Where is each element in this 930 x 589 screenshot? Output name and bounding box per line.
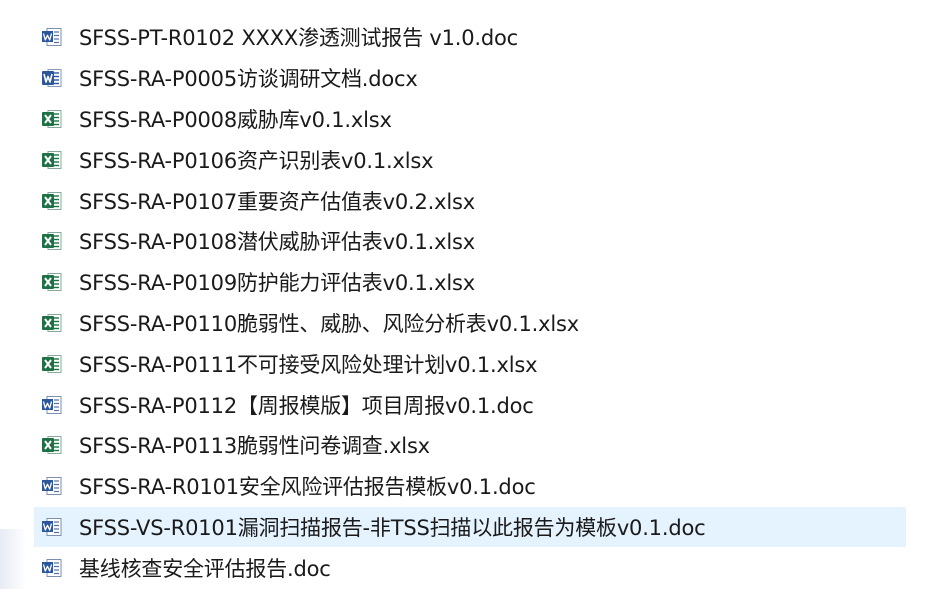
file-name: SFSS-RA-P0109防护能力评估表v0.1.xlsx: [79, 271, 475, 296]
file-name: SFSS-RA-P0008威胁库v0.1.xlsx: [79, 107, 392, 132]
file-name: SFSS-RA-P0111不可接受风险处理计划v0.1.xlsx: [79, 352, 538, 377]
word-doc-icon: [41, 517, 63, 537]
excel-icon: [41, 231, 63, 251]
word-doc-icon: [41, 558, 63, 578]
file-item[interactable]: SFSS-RA-P0111不可接受风险处理计划v0.1.xlsx: [34, 343, 906, 384]
excel-icon: [41, 191, 63, 211]
file-name: SFSS-RA-P0112【周报模版】项目周报v0.1.doc: [79, 393, 534, 418]
file-name: SFSS-RA-P0108潜伏威胁评估表v0.1.xlsx: [79, 230, 475, 255]
file-item[interactable]: SFSS-RA-P0107重要资产估值表v0.2.xlsx: [34, 180, 906, 221]
excel-icon: [41, 313, 63, 333]
file-item[interactable]: SFSS-PT-R0102 XXXX渗透测试报告 v1.0.doc: [34, 17, 906, 58]
excel-icon: [41, 354, 63, 374]
file-item[interactable]: SFSS-RA-P0005访谈调研文档.docx: [34, 58, 906, 99]
file-item[interactable]: SFSS-VS-R0101漏洞扫描报告-非TSS扫描以此报告为模板v0.1.do…: [34, 506, 906, 548]
file-name: SFSS-RA-P0113脆弱性问卷调查.xlsx: [79, 434, 430, 459]
file-name: SFSS-RA-P0107重要资产估值表v0.2.xlsx: [79, 189, 475, 214]
file-name: SFSS-PT-R0102 XXXX渗透测试报告 v1.0.doc: [79, 26, 518, 51]
file-name: SFSS-RA-P0110脆弱性、威胁、风险分析表v0.1.xlsx: [79, 311, 579, 336]
word-docx-icon: [41, 68, 63, 88]
file-list: SFSS-PT-R0102 XXXX渗透测试报告 v1.0.doc SFSS-RA…: [34, 17, 906, 588]
file-item[interactable]: SFSS-RA-P0113脆弱性问卷调查.xlsx: [34, 425, 906, 466]
file-item[interactable]: SFSS-RA-P0110脆弱性、威胁、风险分析表v0.1.xlsx: [34, 303, 906, 344]
word-doc-icon: [41, 395, 63, 415]
file-name: 基线核查安全评估报告.doc: [79, 556, 331, 581]
file-item[interactable]: SFSS-RA-P0109防护能力评估表v0.1.xlsx: [34, 262, 906, 303]
file-item[interactable]: SFSS-RA-P0112【周报模版】项目周报v0.1.doc: [34, 384, 906, 425]
file-item[interactable]: 基线核查安全评估报告.doc: [34, 547, 906, 588]
word-doc-icon: [41, 27, 63, 47]
file-name: SFSS-RA-P0005访谈调研文档.docx: [79, 67, 418, 92]
file-name: SFSS-VS-R0101漏洞扫描报告-非TSS扫描以此报告为模板v0.1.do…: [79, 515, 706, 540]
file-item[interactable]: SFSS-RA-R0101安全风险评估报告模板v0.1.doc: [34, 466, 906, 507]
file-item[interactable]: SFSS-RA-P0106资产识别表v0.1.xlsx: [34, 139, 906, 180]
file-name: SFSS-RA-P0106资产识别表v0.1.xlsx: [79, 148, 434, 173]
file-name: SFSS-RA-R0101安全风险评估报告模板v0.1.doc: [79, 475, 536, 500]
excel-icon: [41, 435, 63, 455]
excel-icon: [41, 109, 63, 129]
file-item[interactable]: SFSS-RA-P0108潜伏威胁评估表v0.1.xlsx: [34, 221, 906, 262]
excel-icon: [41, 150, 63, 170]
file-item[interactable]: SFSS-RA-P0008威胁库v0.1.xlsx: [34, 99, 906, 140]
word-doc-icon: [41, 476, 63, 496]
excel-icon: [41, 272, 63, 292]
background-shade: [0, 529, 26, 589]
